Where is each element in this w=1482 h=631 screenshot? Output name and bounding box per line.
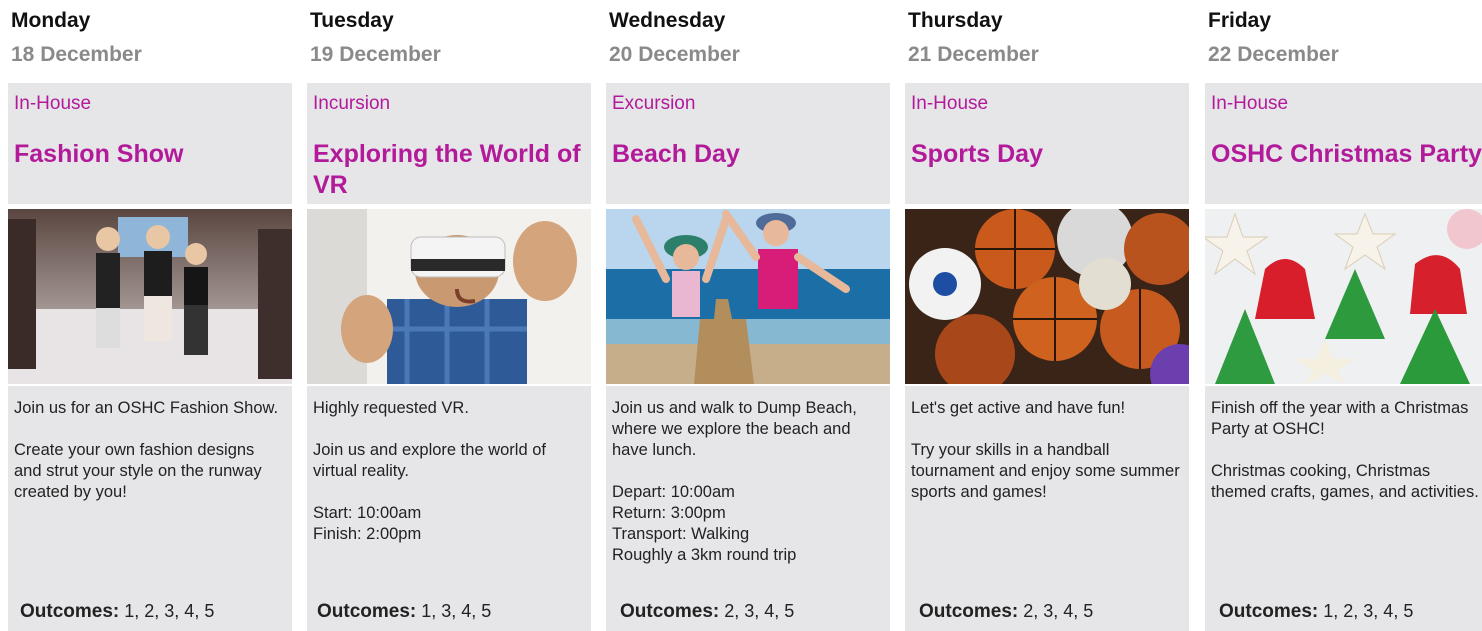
activity-details: Highly requested VR. Join us and explore… (307, 386, 591, 631)
outcomes-values: 1, 3, 4, 5 (421, 601, 492, 621)
activity-header: Incursion Exploring the World of VR (307, 83, 591, 204)
outcomes-values: 1, 2, 3, 4, 5 (124, 601, 215, 621)
activity-header: In-House Sports Day (905, 83, 1189, 204)
activity-title: Exploring the World of VR (313, 140, 581, 199)
activity-details: Join us for an OSHC Fashion Show. Create… (8, 386, 292, 631)
activity-title: Beach Day (612, 140, 740, 168)
activity-details: Let's get active and have fun! Try your … (905, 386, 1189, 631)
day-name: Monday (11, 9, 91, 32)
day-date: 19 December (310, 43, 441, 66)
description-line: Join us and walk to Dump Beach, where we… (612, 399, 857, 459)
description-line: Join us and explore the world of virtual… (313, 441, 546, 480)
description-line: Christmas cooking, Christmas themed craf… (1211, 462, 1479, 501)
outcomes: Outcomes: 1, 3, 4, 5 (317, 601, 491, 623)
activity-category: Incursion (313, 93, 391, 114)
outcomes: Outcomes: 1, 2, 3, 4, 5 (20, 601, 214, 623)
activity-category: In-House (14, 93, 92, 114)
activity-header: Excursion Beach Day (606, 83, 890, 204)
activity-header: In-House Fashion Show (8, 83, 292, 204)
kids-beach-sandcastle-photo (606, 209, 890, 384)
activity-description: Join us for an OSHC Fashion Show. Create… (14, 398, 286, 524)
day-column-monday: Monday 18 December In-House Fashion Show… (8, 0, 292, 631)
day-column-friday: Friday 22 December In-House OSHC Christm… (1205, 0, 1482, 631)
description-line: Start: 10:00am Finish: 2:00pm (313, 504, 422, 543)
outcomes-values: 2, 3, 4, 5 (1023, 601, 1094, 621)
day-name: Friday (1208, 9, 1272, 32)
description-line: Depart: 10:00am Return: 3:00pm Transport… (612, 483, 797, 564)
day-date: 20 December (609, 43, 740, 66)
day-name: Tuesday (310, 9, 394, 32)
day-date: 22 December (1208, 43, 1339, 66)
activity-description: Join us and walk to Dump Beach, where we… (612, 398, 884, 587)
activity-description: Let's get active and have fun! Try your … (911, 398, 1183, 524)
activity-details: Join us and walk to Dump Beach, where we… (606, 386, 890, 631)
description-line: Try your skills in a handball tournament… (911, 441, 1180, 501)
description-line: Highly requested VR. (313, 399, 469, 417)
outcomes-values: 1, 2, 3, 4, 5 (1323, 601, 1414, 621)
day-column-tuesday: Tuesday 19 December Incursion Exploring … (307, 0, 591, 631)
outcomes-values: 2, 3, 4, 5 (724, 601, 795, 621)
activity-title: Fashion Show (14, 140, 184, 168)
activity-title: OSHC Christmas Party (1211, 140, 1482, 168)
outcomes-label: Outcomes: (1219, 601, 1319, 622)
outcomes-label: Outcomes: (919, 601, 1019, 622)
outcomes-label: Outcomes: (317, 601, 417, 622)
activity-category: In-House (911, 93, 989, 114)
outcomes-label: Outcomes: (620, 601, 720, 622)
outcomes-label: Outcomes: (20, 601, 120, 622)
day-name: Thursday (908, 9, 1003, 32)
description-line: Finish off the year with a Christmas Par… (1211, 399, 1469, 438)
christmas-cookies-photo (1205, 209, 1482, 384)
activity-title: Sports Day (911, 140, 1043, 168)
day-column-thursday: Thursday 21 December In-House Sports Day… (905, 0, 1189, 631)
outcomes: Outcomes: 1, 2, 3, 4, 5 (1219, 601, 1413, 623)
outcomes: Outcomes: 2, 3, 4, 5 (919, 601, 1093, 623)
activity-details: Finish off the year with a Christmas Par… (1205, 386, 1482, 631)
sports-balls-photo (905, 209, 1189, 384)
activity-category: In-House (1211, 93, 1289, 114)
activity-header: In-House OSHC Christmas Party (1205, 83, 1482, 204)
kids-fashion-runway-photo (8, 209, 292, 384)
description-line: Let's get active and have fun! (911, 399, 1126, 417)
day-date: 21 December (908, 43, 1039, 66)
day-name: Wednesday (609, 9, 726, 32)
outcomes: Outcomes: 2, 3, 4, 5 (620, 601, 794, 623)
description-line: Create your own fashion designs and stru… (14, 441, 262, 501)
day-date: 18 December (11, 43, 142, 66)
activity-description: Highly requested VR. Join us and explore… (313, 398, 585, 566)
day-column-wednesday: Wednesday 20 December Excursion Beach Da… (606, 0, 890, 631)
activity-description: Finish off the year with a Christmas Par… (1211, 398, 1482, 524)
activity-category: Excursion (612, 93, 696, 114)
child-vr-headset-photo (307, 209, 591, 384)
description-line: Join us for an OSHC Fashion Show. (14, 399, 279, 417)
